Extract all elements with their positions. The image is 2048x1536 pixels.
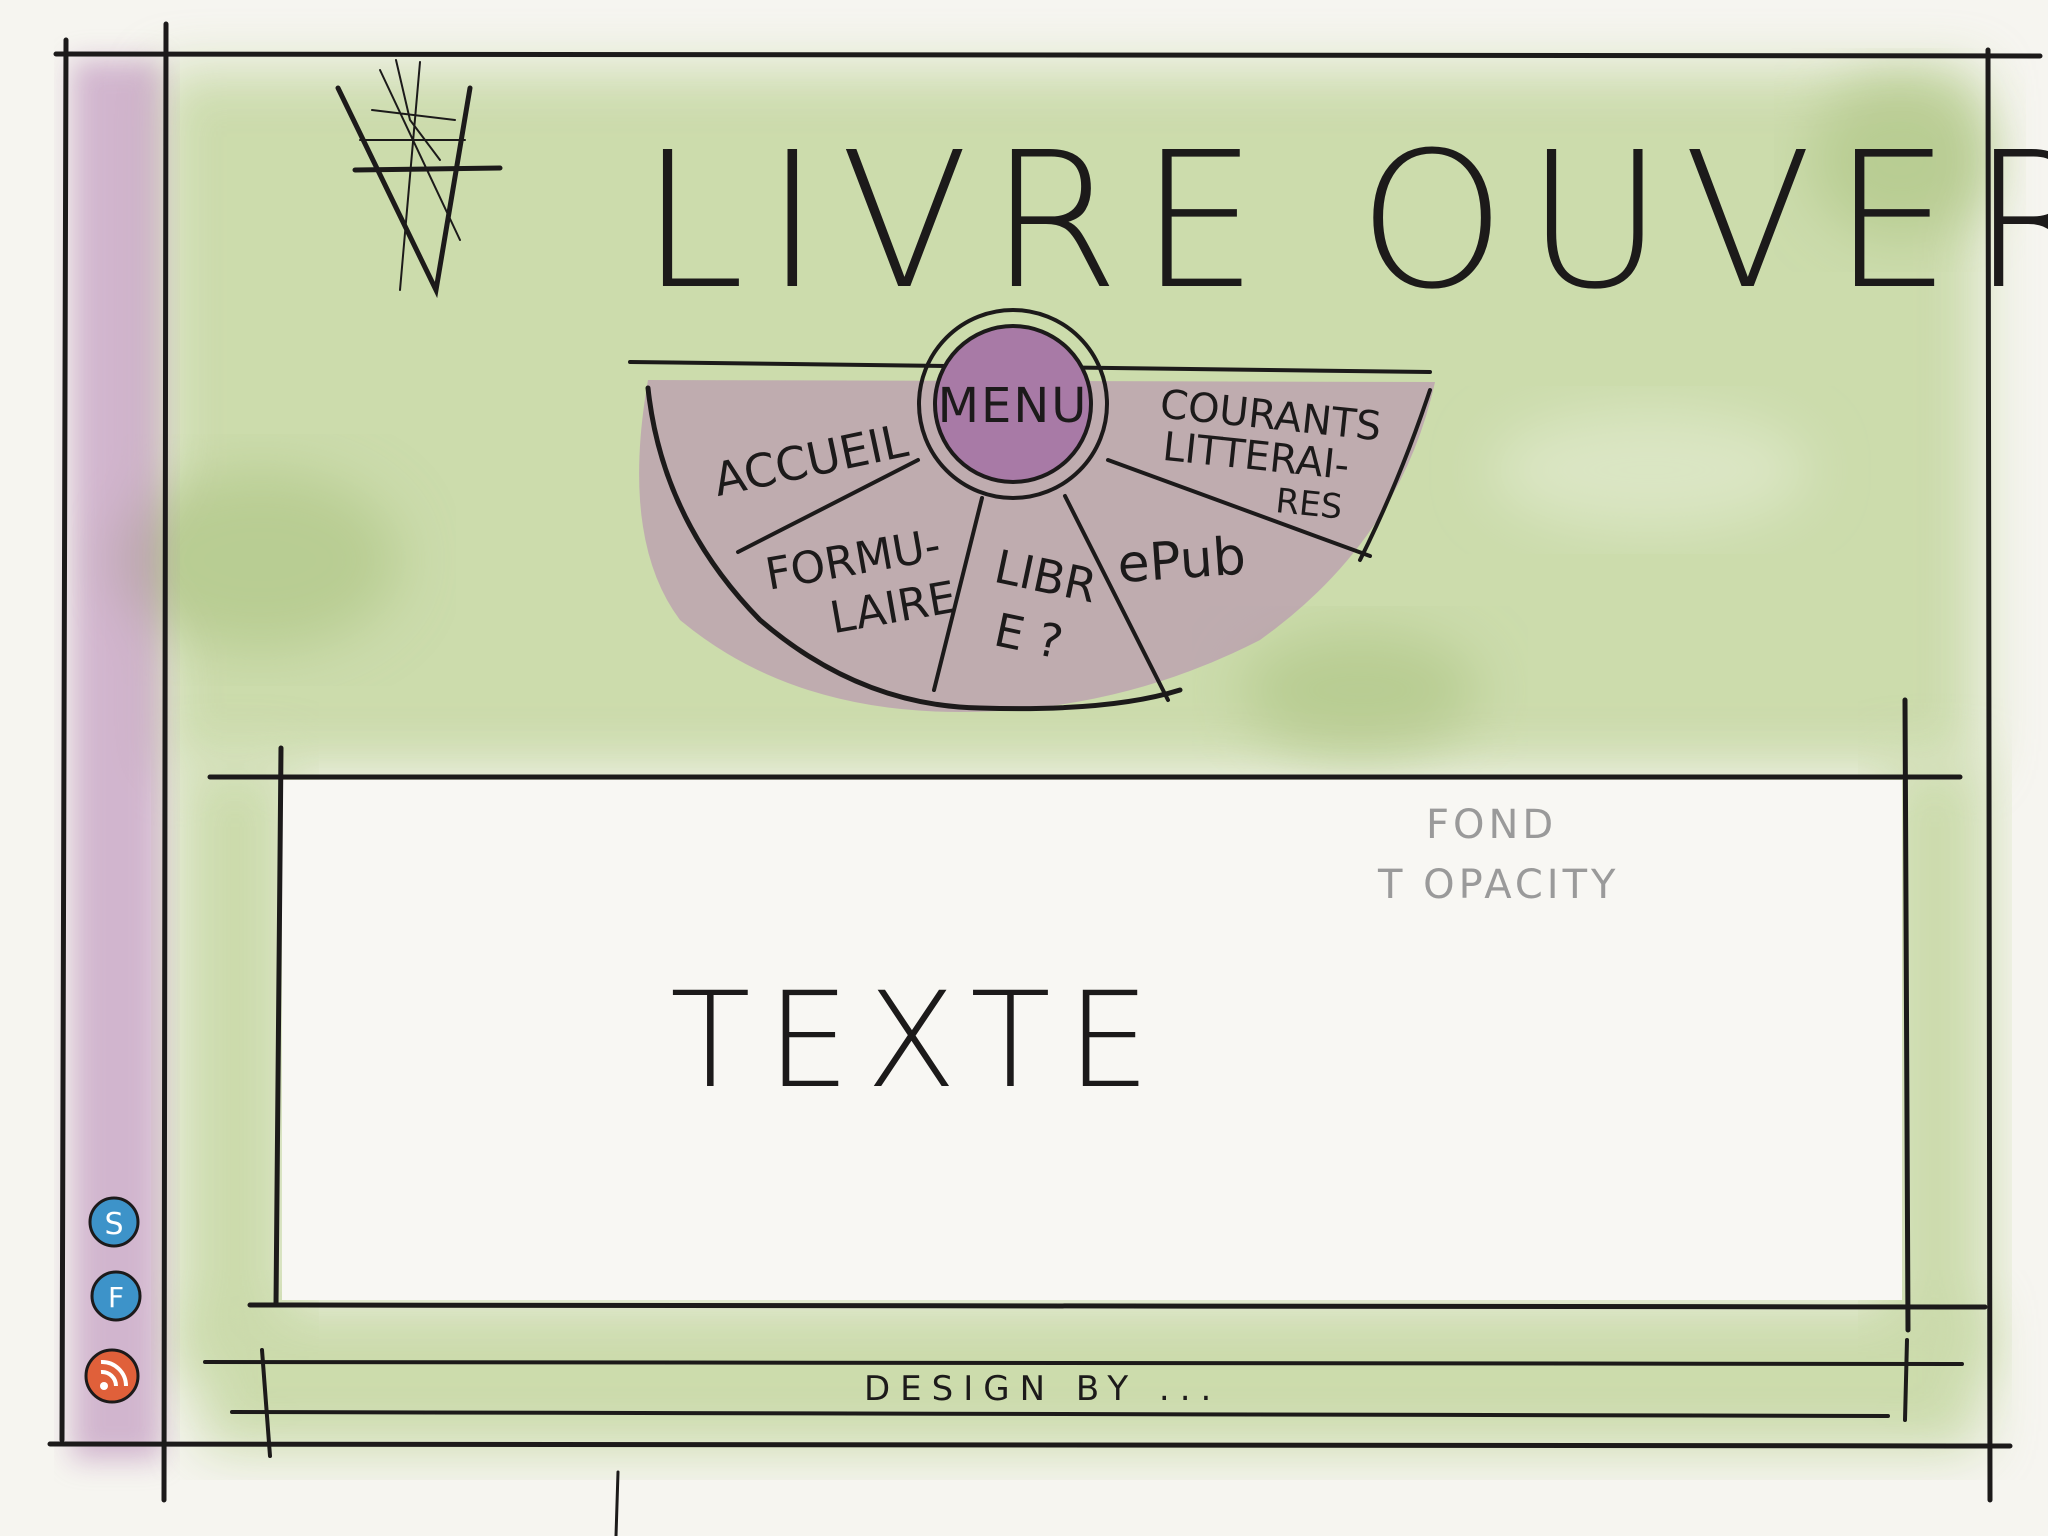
purple-sidebar-wash bbox=[72, 60, 162, 1460]
opacity-note-line-2: T OPACITY bbox=[1377, 862, 1619, 908]
menu-item-epub[interactable]: ePub bbox=[1115, 526, 1247, 595]
menu-item-courants-line-3: RES bbox=[1274, 481, 1345, 528]
svg-text:T OPACITY: T OPACITY bbox=[1377, 862, 1619, 908]
content-text: TEXTE bbox=[670, 964, 1166, 1118]
rss-icon[interactable] bbox=[84, 1348, 140, 1404]
menu-item-epub-label: ePub bbox=[1115, 526, 1247, 595]
facebook-icon[interactable]: F bbox=[90, 1270, 142, 1322]
svg-text:F: F bbox=[108, 1281, 124, 1314]
footer-credit: DESIGN BY ... bbox=[864, 1369, 1221, 1409]
menu-center-label: MENU bbox=[938, 378, 1089, 434]
svg-text:FOND: FOND bbox=[1426, 802, 1557, 848]
svg-text:ePub: ePub bbox=[1115, 526, 1247, 595]
content-panel: TEXTE FOND T OPACITY bbox=[207, 697, 1988, 1333]
wireframe-sketch: LIVRE OUVERT MENU ACCUEIL COURANTS bbox=[47, 21, 2048, 1536]
svg-text:RES: RES bbox=[1274, 481, 1345, 528]
opacity-note-line-1: FOND bbox=[1426, 802, 1557, 848]
social-icons: S F bbox=[84, 1196, 142, 1404]
site-title: LIVRE OUVERT bbox=[640, 112, 2048, 331]
sketch-marks bbox=[614, 1470, 620, 1536]
svg-text:S: S bbox=[104, 1207, 123, 1242]
skype-icon[interactable]: S bbox=[88, 1196, 140, 1248]
page-title: LIVRE OUVERT bbox=[640, 112, 2048, 331]
